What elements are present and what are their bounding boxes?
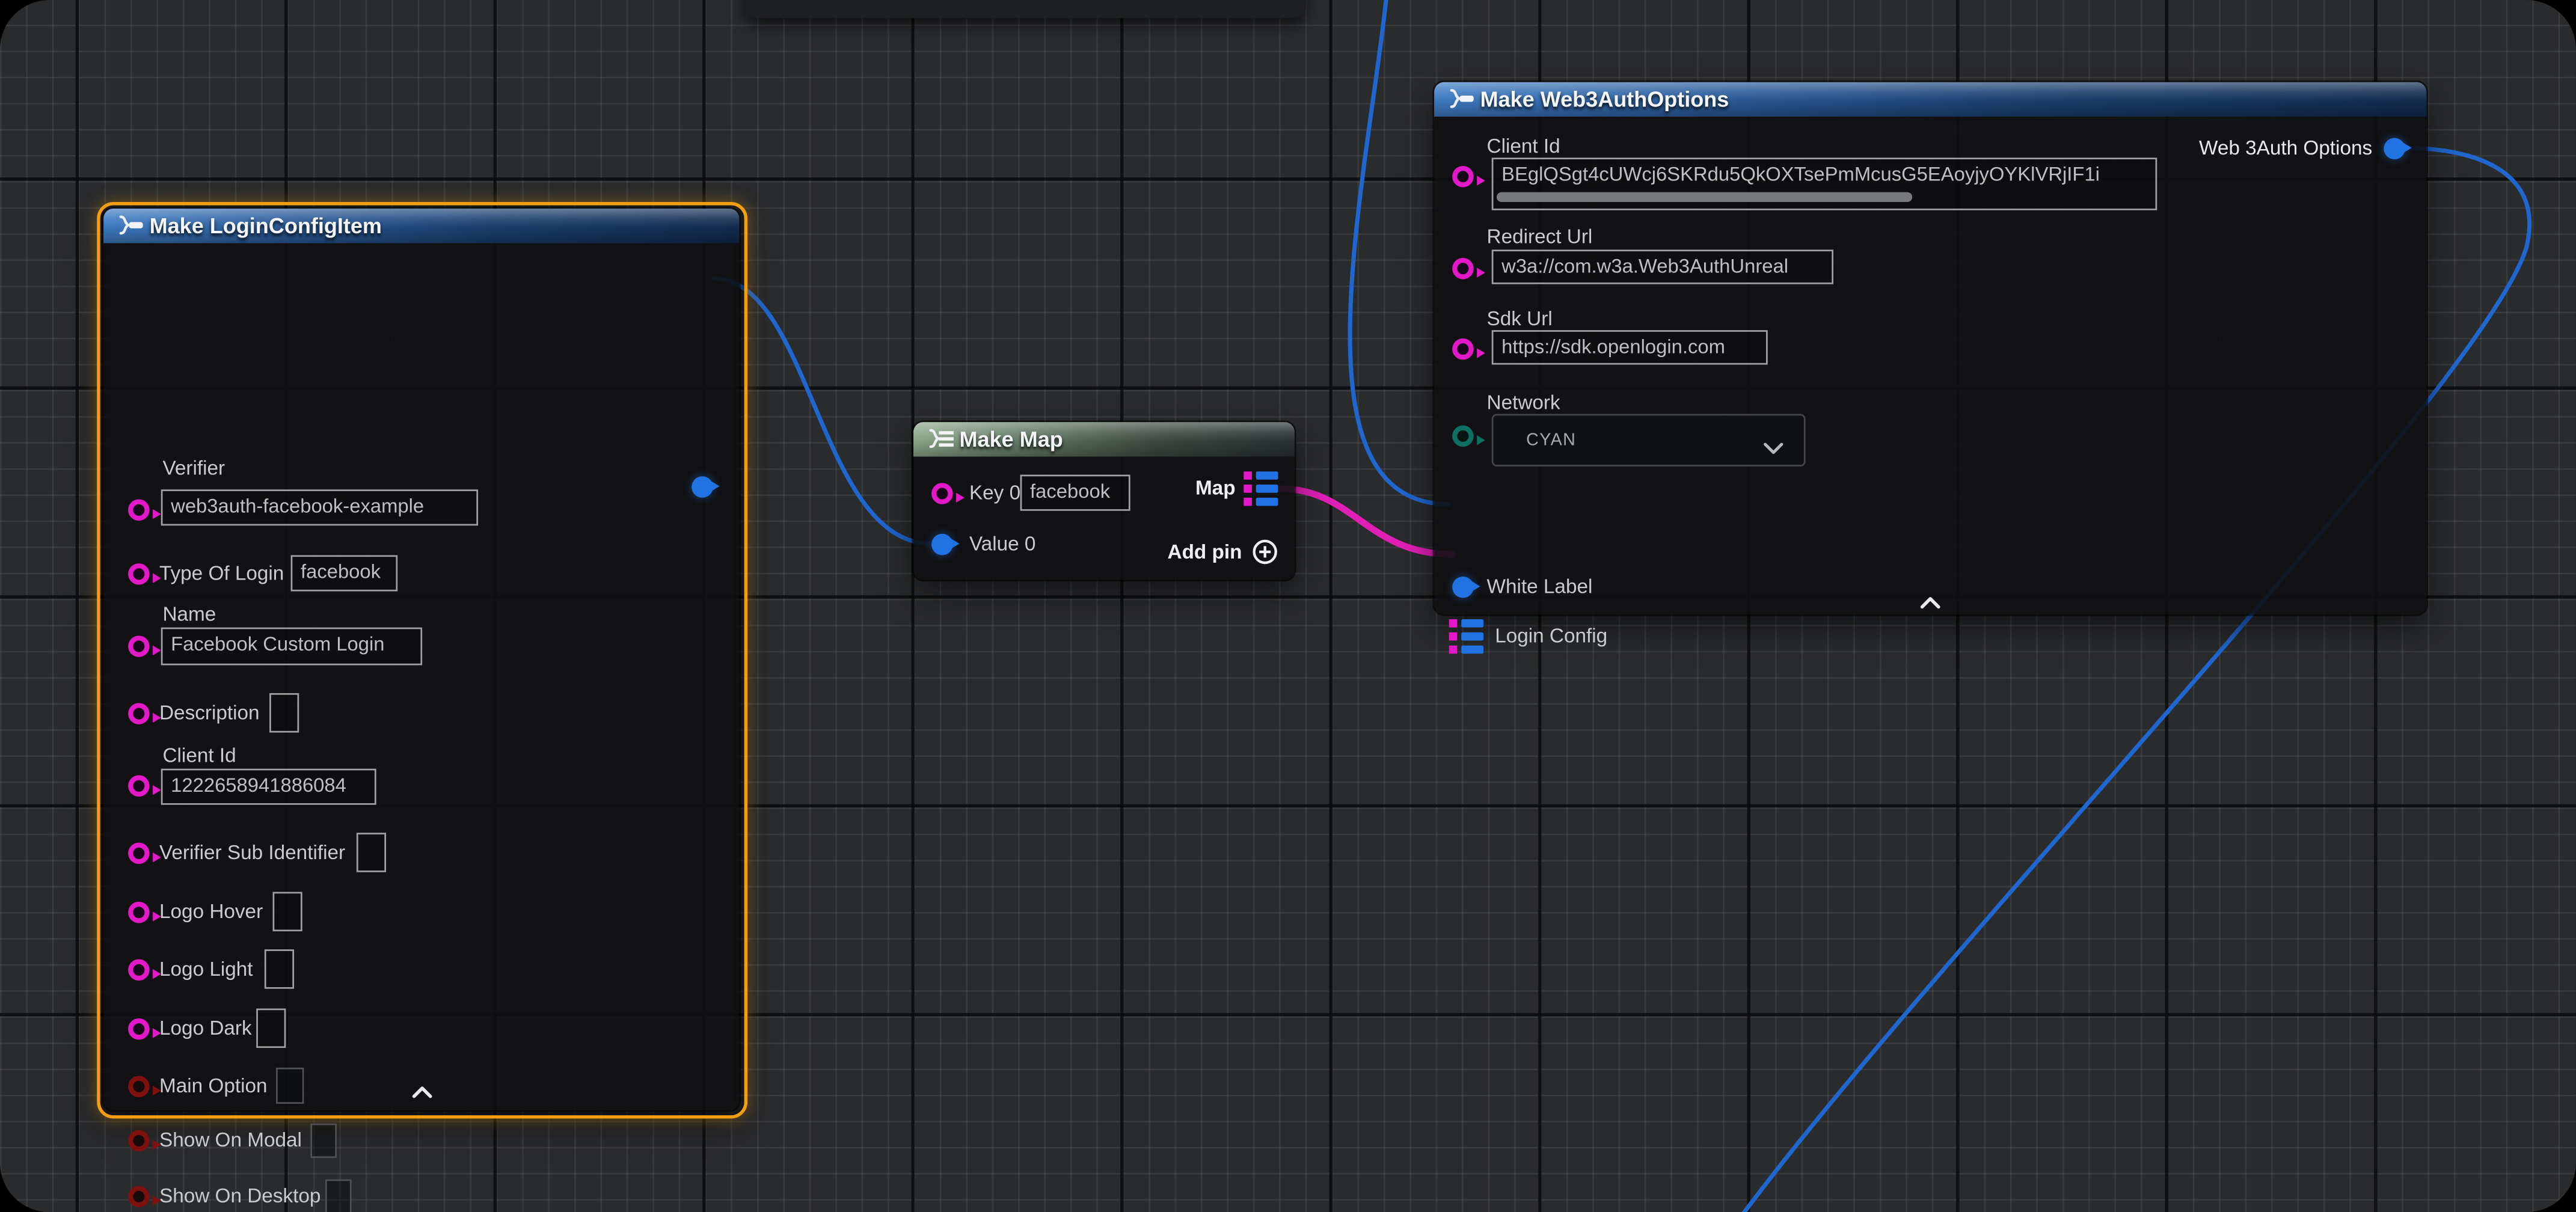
input-pin-network[interactable] (1452, 424, 1473, 446)
input-pin-show-on-desktop[interactable] (127, 1185, 149, 1207)
input-pin-redirect-url[interactable] (1452, 257, 1473, 279)
logo-dark-value-field[interactable] (256, 1009, 286, 1048)
pin-label-logo-light: Logo Light (159, 958, 253, 981)
logo-hover-value-field[interactable] (273, 892, 302, 932)
input-pin-name[interactable] (127, 635, 149, 656)
pin-label-logo-dark: Logo Dark (159, 1017, 252, 1039)
make-map-icon (927, 428, 956, 457)
key-0-value-field[interactable]: facebook (1020, 475, 1130, 511)
client-id-field-scrollbar[interactable] (1497, 191, 1912, 202)
sdk-url-value-field[interactable]: https://sdk.openlogin.com (1492, 330, 1768, 364)
pin-label-verifier: Verifier (162, 457, 225, 480)
pin-label-verifier-sub-identifier: Verifier Sub Identifier (159, 841, 345, 864)
partial-node-top[interactable] (744, 0, 1306, 18)
pin-label-map: Map (1195, 476, 1236, 499)
input-pin-show-on-modal[interactable] (127, 1129, 149, 1151)
input-pin-main-option[interactable] (127, 1075, 149, 1097)
node-make-loginconfigitem: Make LoginConfigItem Login Config Item V… (103, 209, 739, 1110)
node-header-make-web3authoptions[interactable]: Make Web3AuthOptions (1434, 82, 2426, 117)
logo-light-value-field[interactable] (265, 949, 294, 989)
pin-label-login-config: Login Config (1495, 624, 1607, 647)
pin-label-sdk-url: Sdk Url (1487, 307, 1553, 330)
blueprint-graph-canvas[interactable]: Make LoginConfigItem Login Config Item V… (0, 0, 2576, 1212)
collapse-chevron-icon[interactable] (411, 1077, 434, 1107)
wire-loginconfigitem-to-value0[interactable] (713, 278, 931, 543)
client-id-value-text: BEglQSgt4cUWcj6SKRdu5QkOXTsePmMcusG5EAoy… (1501, 162, 2100, 185)
input-pin-key-0[interactable] (931, 482, 952, 504)
pin-label-main-option: Main Option (159, 1074, 268, 1097)
input-pin-value-0[interactable] (931, 533, 952, 555)
collapse-chevron-icon[interactable] (1919, 588, 1942, 617)
pin-label-redirect-url: Redirect Url (1487, 225, 1593, 248)
input-pin-client-id[interactable] (1452, 165, 1473, 187)
input-pin-white-label[interactable] (1452, 576, 1473, 598)
add-pin-label[interactable]: Add pin (1168, 540, 1242, 563)
pin-label-white-label: White Label (1487, 575, 1593, 598)
pin-label-logo-hover: Logo Hover (159, 900, 263, 923)
client-id-value-field[interactable]: BEglQSgt4cUWcj6SKRdu5QkOXTsePmMcusG5EAoy… (1492, 158, 2157, 210)
pin-label-show-on-desktop: Show On Desktop (159, 1184, 320, 1207)
pin-label-key-0: Key 0 (969, 482, 1020, 504)
node-make-web3authoptions: Make Web3AuthOptions Web 3Auth Options C… (1434, 82, 2426, 614)
pin-label-show-on-modal: Show On Modal (159, 1128, 302, 1151)
network-dropdown-value: CYAN (1526, 415, 1576, 465)
input-pin-login-config[interactable] (1449, 619, 1483, 662)
input-pin-verifier-sub-identifier[interactable] (127, 842, 149, 863)
input-pin-client-id[interactable] (127, 774, 149, 796)
description-value-field[interactable] (269, 693, 299, 733)
input-pin-description[interactable] (127, 702, 149, 724)
make-struct-icon (1447, 88, 1477, 117)
wire-map-to-loginconfig[interactable] (1280, 489, 1452, 554)
input-pin-logo-light[interactable] (127, 958, 149, 980)
pin-label-name: Name (162, 603, 216, 626)
pin-label-value-0: Value 0 (969, 532, 1035, 555)
verifier-sub-identifier-value-field[interactable] (357, 833, 386, 872)
output-pin-login-config-item[interactable] (691, 476, 713, 498)
node-title: Make Map (960, 422, 1063, 456)
show-on-modal-checkbox[interactable] (310, 1124, 337, 1158)
pin-label-client-id: Client Id (1487, 135, 1560, 158)
node-make-map: Make Map Key 0 facebook Value 0 Map Add … (913, 422, 1295, 580)
type-of-login-value-field[interactable]: facebook (291, 555, 398, 591)
node-header-make-loginconfigitem[interactable]: Make LoginConfigItem (103, 209, 739, 243)
main-option-checkbox[interactable] (276, 1068, 304, 1104)
pin-label-type-of-login: Type Of Login (159, 562, 284, 584)
input-pin-logo-hover[interactable] (127, 901, 149, 923)
verifier-value-field[interactable]: web3auth-facebook-example (161, 489, 478, 525)
client-id-value-field[interactable]: 1222658941886084 (161, 769, 376, 805)
input-pin-verifier[interactable] (127, 498, 149, 520)
dropdown-chevron-icon (1763, 433, 1785, 463)
node-title: Make Web3AuthOptions (1480, 82, 1729, 117)
pin-label-network: Network (1487, 391, 1560, 414)
node-title: Make LoginConfigItem (150, 209, 382, 243)
pin-label-description: Description (159, 702, 260, 724)
network-dropdown[interactable]: CYAN (1492, 414, 1806, 466)
output-pin-map[interactable] (1244, 471, 1278, 514)
input-pin-logo-dark[interactable] (127, 1018, 149, 1039)
redirect-url-value-field[interactable]: w3a://com.w3a.Web3AuthUnreal (1492, 249, 1833, 284)
node-header-make-map[interactable]: Make Map (913, 422, 1295, 456)
input-pin-type-of-login[interactable] (127, 563, 149, 584)
show-on-desktop-checkbox[interactable] (325, 1180, 352, 1212)
pin-label-web3auth-options: Web 3Auth Options (2199, 136, 2372, 159)
name-value-field[interactable]: Facebook Custom Login (161, 628, 422, 666)
input-pin-sdk-url[interactable] (1452, 337, 1473, 359)
add-pin-icon[interactable] (1252, 539, 1278, 573)
pin-label-client-id: Client Id (162, 744, 236, 767)
output-pin-web3auth-options[interactable] (2383, 137, 2405, 159)
make-struct-icon (117, 215, 146, 243)
